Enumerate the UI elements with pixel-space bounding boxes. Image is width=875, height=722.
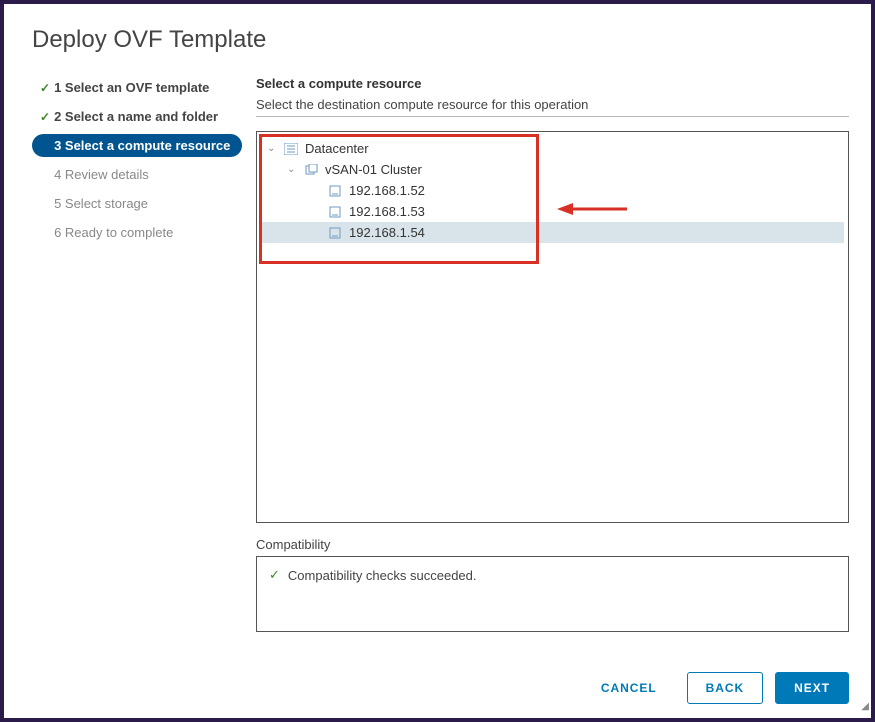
wizard-step-label: 4 Review details — [54, 167, 149, 182]
dialog-title: Deploy OVF Template — [32, 26, 849, 54]
tree-host-label: 192.168.1.54 — [349, 225, 425, 240]
tree-datacenter-label: Datacenter — [305, 141, 369, 156]
wizard-steps: ✓ 1 Select an OVF template ✓ 2 Select a nam… — [32, 76, 242, 632]
tree-host[interactable]: 192.168.1.54 — [261, 222, 844, 243]
tree-cluster-label: vSAN-01 Cluster — [325, 162, 422, 177]
resize-handle[interactable]: ◢ — [857, 704, 869, 716]
divider — [256, 116, 849, 117]
wizard-step-1[interactable]: ✓ 1 Select an OVF template — [32, 76, 242, 99]
wizard-step-label: 1 Select an OVF template — [54, 80, 209, 95]
compute-resource-tree[interactable]: ⌄ Datacenter ⌄ vSAN-01 Cluster 192.168.1… — [256, 131, 849, 523]
cancel-button[interactable]: CANCEL — [583, 673, 675, 703]
tree-datacenter[interactable]: ⌄ Datacenter — [261, 138, 844, 159]
section-title: Select a compute resource — [256, 76, 849, 91]
tree-host[interactable]: 192.168.1.53 — [261, 201, 844, 222]
cluster-icon — [303, 163, 319, 177]
wizard-step-label: 5 Select storage — [54, 196, 148, 211]
tree-host[interactable]: 192.168.1.52 — [261, 180, 844, 201]
wizard-step-2[interactable]: ✓ 2 Select a name and folder — [32, 105, 242, 128]
wizard-step-label: 6 Ready to complete — [54, 225, 173, 240]
compatibility-message: Compatibility checks succeeded. — [288, 568, 477, 583]
compatibility-box: ✓ Compatibility checks succeeded. — [256, 556, 849, 632]
wizard-step-label: 2 Select a name and folder — [54, 109, 218, 124]
check-icon: ✓ — [40, 110, 50, 124]
host-icon — [327, 226, 343, 240]
check-icon: ✓ — [269, 567, 280, 583]
host-icon — [327, 205, 343, 219]
next-button[interactable]: NEXT — [775, 672, 849, 704]
tree-host-label: 192.168.1.52 — [349, 183, 425, 198]
wizard-step-6: ✓6 Ready to complete — [32, 221, 242, 244]
check-icon: ✓ — [40, 81, 50, 95]
dialog-footer: CANCEL BACK NEXT — [583, 672, 849, 704]
host-icon — [327, 184, 343, 198]
wizard-step-3: ✓3 Select a compute resource — [32, 134, 242, 157]
wizard-step-label: 3 Select a compute resource — [54, 138, 230, 153]
main-panel: Select a compute resource Select the des… — [256, 76, 849, 632]
back-button[interactable]: BACK — [687, 672, 764, 704]
tree-cluster[interactable]: ⌄ vSAN-01 Cluster — [261, 159, 844, 180]
wizard-step-4: ✓4 Review details — [32, 163, 242, 186]
ovf-deploy-dialog: Deploy OVF Template ✓ 1 Select an OVF tem… — [4, 4, 871, 718]
tree-host-label: 192.168.1.53 — [349, 204, 425, 219]
compatibility-label: Compatibility — [256, 537, 849, 552]
chevron-down-icon: ⌄ — [287, 164, 299, 175]
section-description: Select the destination compute resource … — [256, 97, 849, 112]
datacenter-icon — [283, 142, 299, 156]
chevron-down-icon: ⌄ — [267, 143, 279, 154]
wizard-step-5: ✓5 Select storage — [32, 192, 242, 215]
